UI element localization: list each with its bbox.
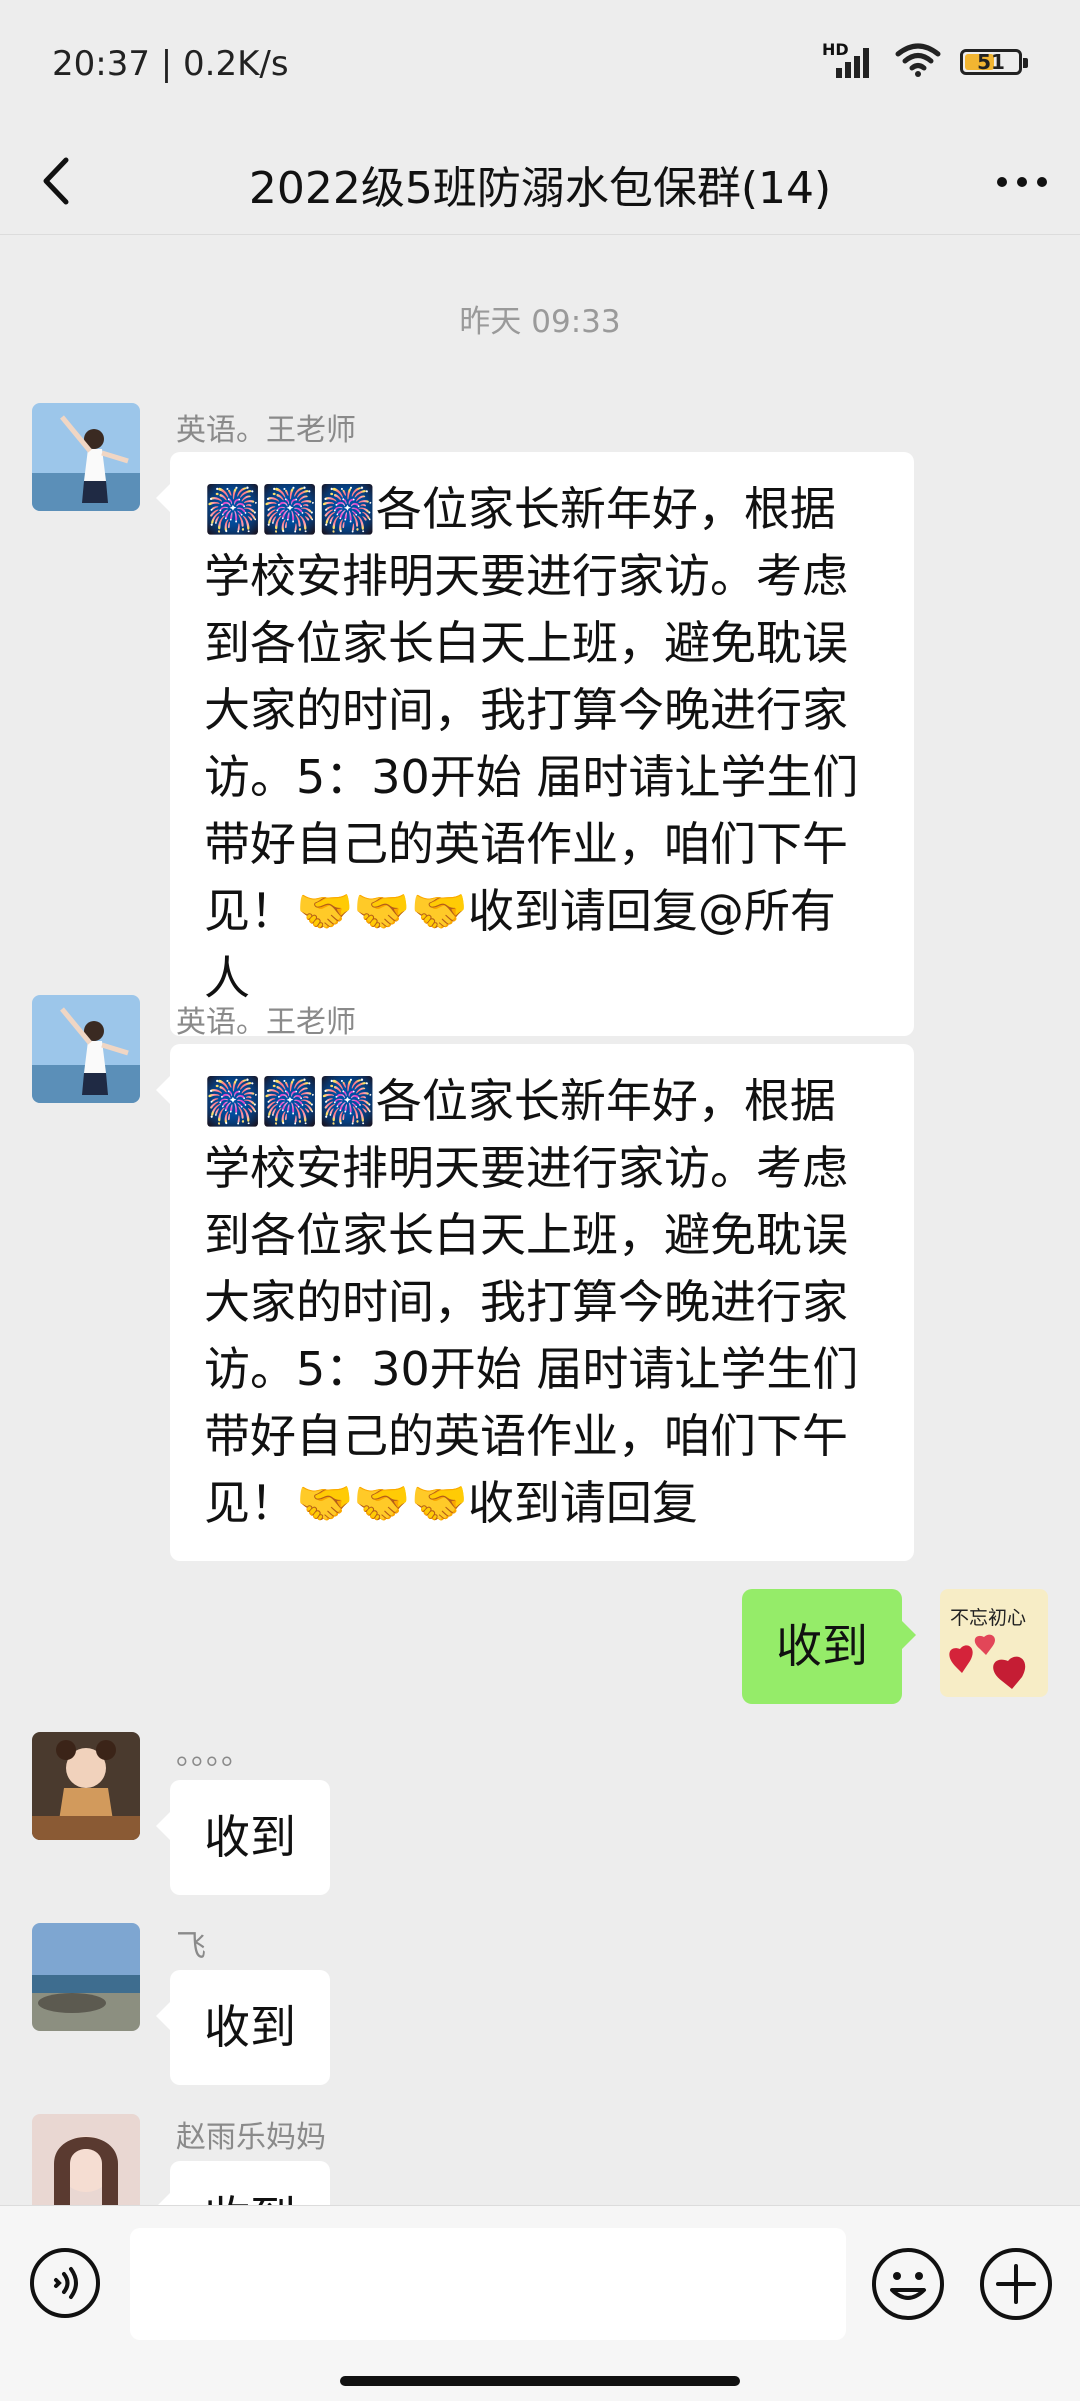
voice-button[interactable] [28,2246,102,2320]
battery-icon: 51 [960,49,1028,75]
emoji-button[interactable] [870,2246,946,2322]
avatar[interactable] [32,1732,140,1840]
sender-name: 。。。。 [176,1737,251,1772]
my-avatar[interactable]: 不忘初心 [940,1589,1048,1697]
message-bubble[interactable]: 收到 [156,1780,330,1895]
sender-name: 英语。王老师 [176,1005,356,1040]
avatar[interactable] [32,995,140,1103]
back-arrow-icon [43,157,69,205]
sender-name: 飞 [176,1929,206,1964]
status-bar: 20:37 | 0.2K/s HD 51 [0,0,1080,130]
message-timestamp: 昨天 09:33 [459,304,621,340]
message-bubble[interactable]: 🎆🎆🎆各位家长新年好，根据学校安排明天要进行家访。考虑到各位家长白天上班，避免耽… [156,452,914,1036]
avatar[interactable] [32,403,140,511]
message-bubble[interactable]: 收到 [156,2161,330,2205]
back-button[interactable] [30,148,90,214]
sender-name: 英语。王老师 [176,413,356,448]
my-message-bubble[interactable]: 收到 [742,1589,916,1704]
my-avatar-text: 不忘初心 [950,1607,1027,1629]
message-bubble[interactable]: 收到 [156,1970,330,2085]
chat-title: 2022级5班防溺水包保群(14) [248,163,832,214]
home-indicator[interactable] [340,2376,740,2386]
status-time: 20:37 | 0.2K/s [52,44,289,84]
nav-bar: 2022级5班防溺水包保群(14) [0,130,1080,235]
message-input[interactable] [130,2228,846,2340]
wifi-icon [894,42,942,82]
avatar[interactable] [32,1923,140,2031]
input-bar [0,2205,1080,2401]
network-label: HD [822,40,849,59]
signal-icon: HD [822,40,876,80]
message-bubble[interactable]: 🎆🎆🎆各位家长新年好，根据学校安排明天要进行家访。考虑到各位家长白天上班，避免耽… [156,1044,914,1561]
chat-area[interactable]: 昨天 09:33 英语。王老师 🎆🎆🎆各位家长新年好，根据学校安排明天要进行家访… [0,235,1080,2205]
sender-name: 赵雨乐妈妈 [176,2120,326,2155]
more-button[interactable] [992,152,1052,212]
voice-icon [30,2248,100,2318]
plus-icon [980,2248,1052,2320]
avatar[interactable] [32,2114,140,2205]
more-dots-icon [997,177,1047,187]
more-functions-button[interactable] [978,2246,1054,2322]
status-icons: HD 51 [822,40,1028,82]
emoji-icon [872,2248,944,2320]
battery-level: 51 [977,50,1005,74]
